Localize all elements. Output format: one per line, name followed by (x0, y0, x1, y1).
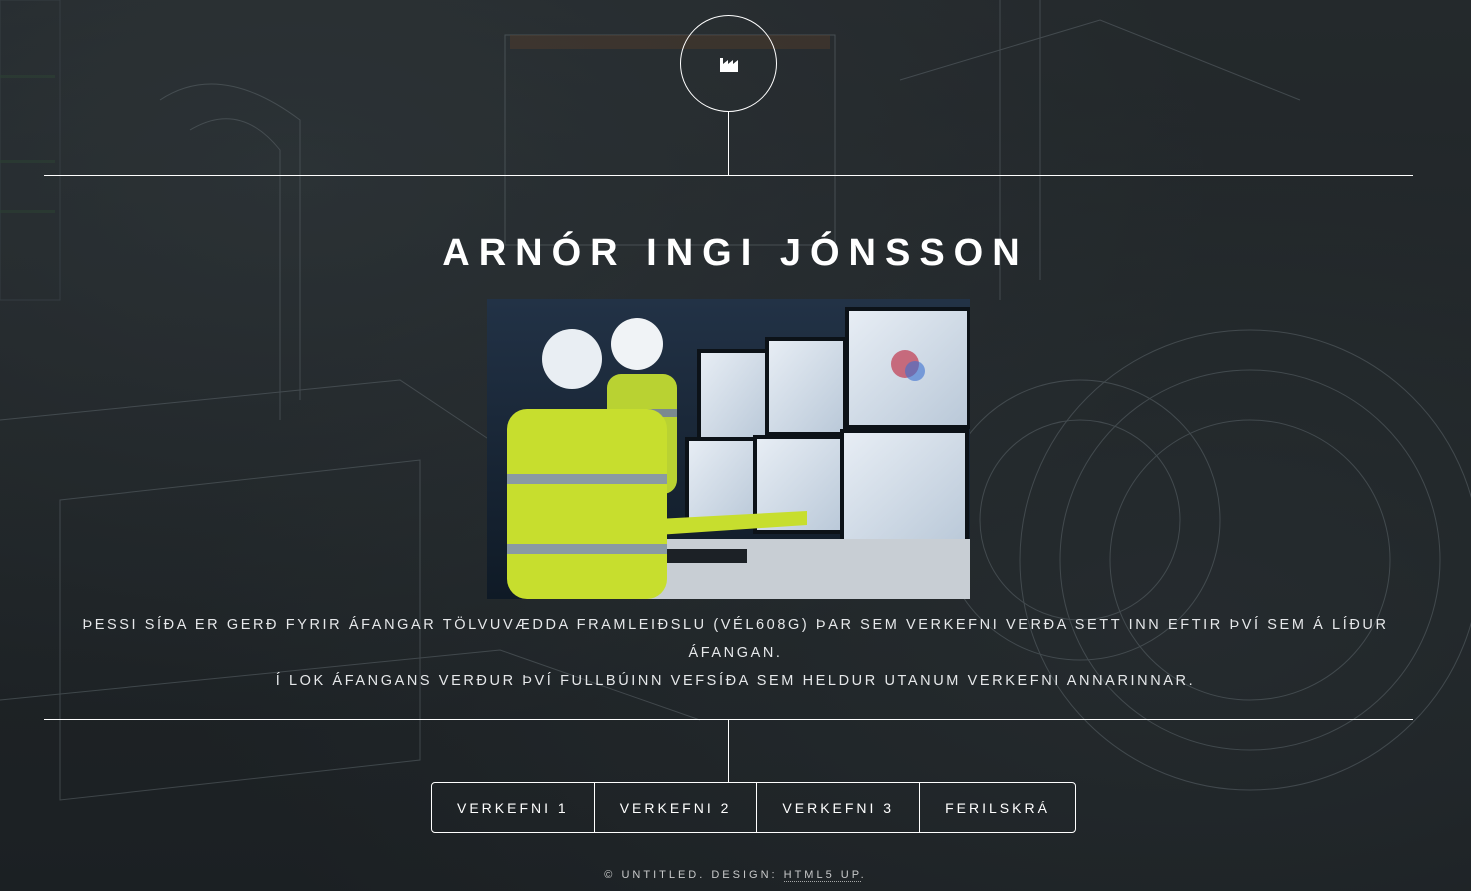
logo-connector-line (728, 112, 729, 175)
nav-item-ferilskra[interactable]: FERILSKRÁ (919, 783, 1075, 832)
logo[interactable] (680, 15, 777, 112)
nav-item-verkefni-3[interactable]: VERKEFNI 3 (756, 783, 919, 832)
footer: © UNTITLED. DESIGN: HTML5 UP. (0, 869, 1471, 882)
page-title: ARNÓR INGI JÓNSSON (442, 232, 1029, 274)
page-wrapper: ARNÓR INGI JÓNSSON ÞESSI SÍÐA ER GERÐ FY… (0, 0, 1471, 891)
nav-item-verkefni-2[interactable]: VERKEFNI 2 (593, 783, 757, 832)
nav-connector-line (728, 719, 729, 782)
factory-icon (719, 57, 738, 72)
description-line-2: Í LOK ÁFANGANS VERÐUR ÞVÍ FULLBÚINN VEFS… (275, 673, 1196, 689)
main-nav: VERKEFNI 1 VERKEFNI 2 VERKEFNI 3 FERILSK… (431, 782, 1076, 833)
footer-suffix: . (860, 869, 867, 881)
page-description: ÞESSI SÍÐA ER GERÐ FYRIR ÁFANGAR TÖLVUVÆ… (40, 611, 1431, 695)
nav-item-verkefni-1[interactable]: VERKEFNI 1 (432, 783, 594, 832)
description-line-1: ÞESSI SÍÐA ER GERÐ FYRIR ÁFANGAR TÖLVUVÆ… (82, 617, 1389, 661)
hero-image (487, 299, 970, 599)
footer-design-link[interactable]: HTML5 UP (783, 869, 861, 882)
top-divider (44, 175, 1413, 176)
footer-copyright: © UNTITLED. DESIGN: (604, 869, 784, 881)
